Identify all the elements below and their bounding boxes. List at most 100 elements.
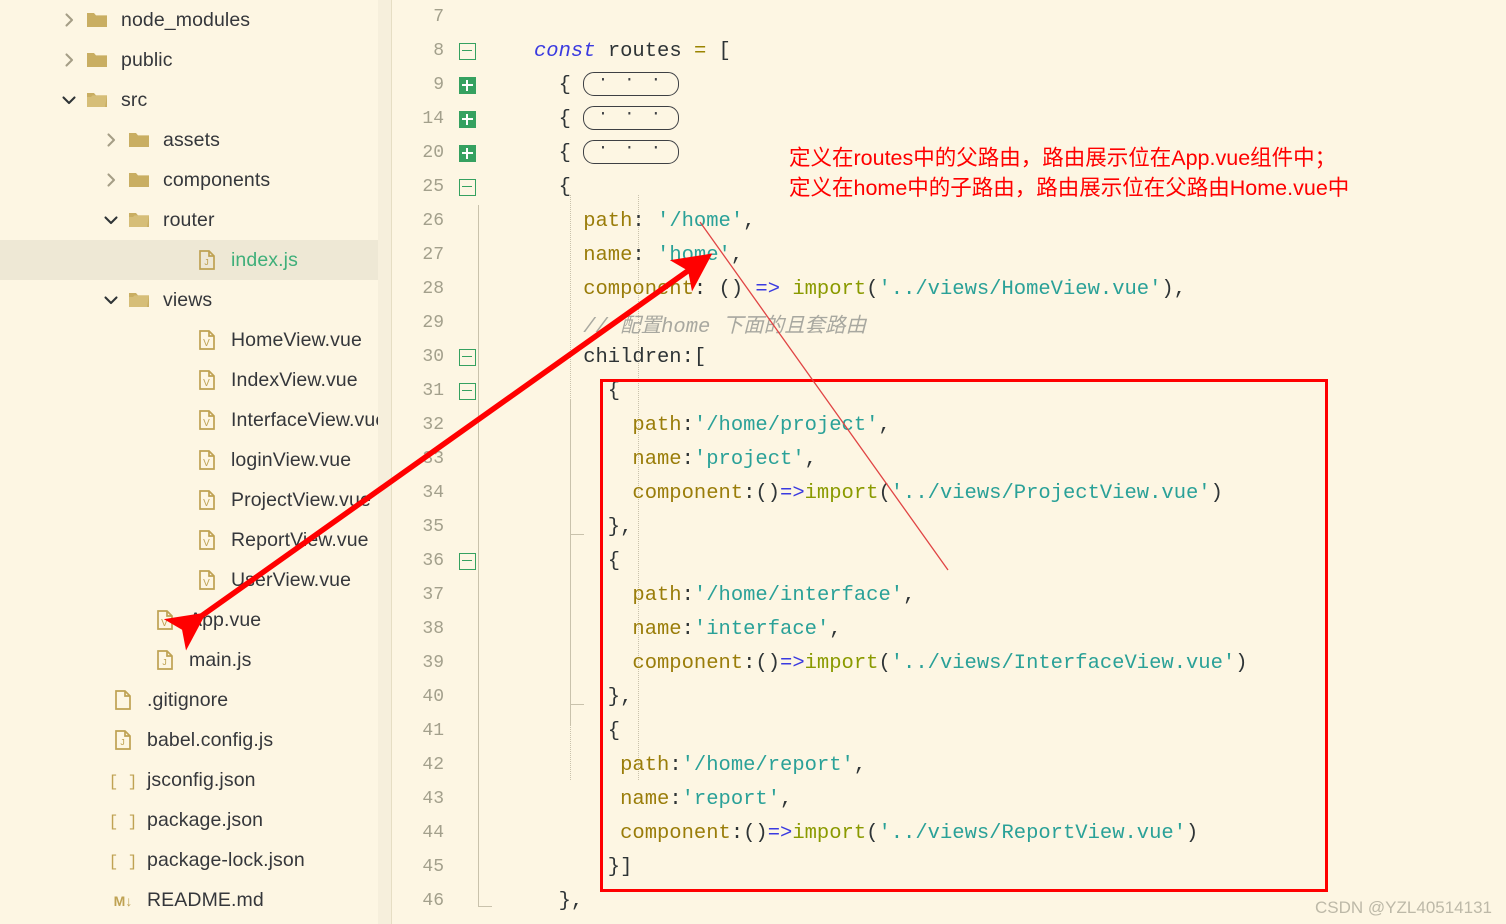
code-token: name <box>632 617 682 641</box>
tree-item-projectview-vue[interactable]: V ProjectView.vue <box>0 480 378 520</box>
line-number: 32 <box>422 415 444 435</box>
tree-item-indexview-vue[interactable]: V IndexView.vue <box>0 360 378 400</box>
tree-item-index-js[interactable]: Jindex.js <box>0 240 378 280</box>
chevron-right-icon[interactable] <box>56 40 82 80</box>
code-line[interactable]: 25 { <box>378 170 1506 204</box>
code-token: :() <box>743 651 781 675</box>
code-token: => <box>755 277 793 301</box>
fold-placeholder <box>452 680 482 714</box>
tree-item-assets[interactable]: assets <box>0 120 378 160</box>
code-line[interactable]: 38 name:'interface', <box>378 612 1506 646</box>
svg-text:V: V <box>203 338 210 349</box>
fold-placeholder <box>452 578 482 612</box>
tree-item-interfaceview-vue[interactable]: V InterfaceView.vue <box>0 400 378 440</box>
fold-collapse-icon[interactable] <box>452 374 482 408</box>
code-line[interactable]: 34 component:() => import('../views/Project… <box>378 476 1506 510</box>
code-line[interactable]: 31 { <box>378 374 1506 408</box>
fold-expand-icon[interactable] <box>452 136 482 170</box>
fold-minus-glyph <box>458 348 476 366</box>
tree-item-babel-config-js[interactable]: Jbabel.config.js <box>0 720 378 760</box>
tree-item-package-json[interactable]: [ ] package.json <box>0 800 378 840</box>
code-line[interactable]: 26 path: '/home', <box>378 204 1506 238</box>
tree-item-label: ProjectView.vue <box>231 488 371 511</box>
twisty-placeholder <box>82 680 108 720</box>
line-number: 30 <box>422 347 444 367</box>
code-line[interactable]: 28 component: () => import('../views/Home… <box>378 272 1506 306</box>
tree-item--gitignore[interactable]: .gitignore <box>0 680 378 720</box>
tree-item-app-vue[interactable]: V App.vue <box>0 600 378 640</box>
code-token: }] <box>607 855 633 879</box>
fold-expand-icon[interactable] <box>452 102 482 136</box>
code-token: component <box>632 651 744 675</box>
tree-item-views[interactable]: views <box>0 280 378 320</box>
tree-item-reportview-vue[interactable]: V ReportView.vue <box>0 520 378 560</box>
chevron-down-icon[interactable] <box>56 80 82 120</box>
code-line[interactable]: 39 component:() => import('../views/Interfa… <box>378 646 1506 680</box>
code-line[interactable]: 32 path: '/home/project', <box>378 408 1506 442</box>
fold-placeholder <box>452 510 482 544</box>
tree-item-label: package-lock.json <box>147 848 305 871</box>
chevron-right-icon[interactable] <box>56 0 82 40</box>
folder-icon <box>82 0 112 40</box>
fold-collapse-icon[interactable] <box>452 544 482 578</box>
code-line[interactable]: 43 name:'report', <box>378 782 1506 816</box>
tree-item-readme-md[interactable]: M↓ README.md <box>0 880 378 920</box>
code-token: , <box>829 617 842 641</box>
svg-text:J: J <box>162 658 167 668</box>
line-number: 43 <box>422 789 444 809</box>
collapsed-region-pill[interactable]: · · · <box>582 70 679 96</box>
fold-expand-icon[interactable] <box>452 68 482 102</box>
tree-item-node-modules[interactable]: node_modules <box>0 0 378 40</box>
code-line[interactable]: 36 { <box>378 544 1506 578</box>
fold-collapse-icon[interactable] <box>452 34 482 68</box>
code-line[interactable]: 20 {· · · <box>378 136 1506 170</box>
tree-item-package-lock-json[interactable]: [ ] package-lock.json <box>0 840 378 880</box>
code-line[interactable]: 9 {· · · <box>378 68 1506 102</box>
collapsed-region-pill[interactable]: · · · <box>582 140 679 164</box>
chevron-right-icon[interactable] <box>98 120 124 160</box>
code-token: component <box>583 277 694 301</box>
chevron-right-icon[interactable] <box>98 160 124 200</box>
collapsed-region-dots: · · · <box>597 70 664 90</box>
code-token: name <box>632 447 682 471</box>
tree-item-loginview-vue[interactable]: VloginView.vue <box>0 440 378 480</box>
code-line[interactable]: 40}, <box>378 680 1506 714</box>
code-line[interactable]: 8 const routes = [ <box>378 34 1506 68</box>
code-token: ) <box>1186 821 1199 845</box>
tree-item-src[interactable]: src <box>0 80 378 120</box>
code-line[interactable]: 45}] <box>378 850 1506 884</box>
code-line[interactable]: 30 children:[ <box>378 340 1506 374</box>
code-token: const <box>534 39 608 63</box>
code-line[interactable]: 33 name:'project', <box>378 442 1506 476</box>
fold-collapse-icon[interactable] <box>452 170 482 204</box>
tree-item-label: App.vue <box>189 608 262 631</box>
tree-item-main-js[interactable]: Jmain.js <box>0 640 378 680</box>
fold-placeholder <box>452 782 482 816</box>
code-line[interactable]: 27 name: 'home', <box>378 238 1506 272</box>
fold-collapse-icon[interactable] <box>452 340 482 374</box>
tree-item-homeview-vue[interactable]: V HomeView.vue <box>0 320 378 360</box>
collapsed-region-pill[interactable]: · · · <box>582 106 679 130</box>
code-line[interactable]: 35}, <box>378 510 1506 544</box>
code-line[interactable]: 42 path: '/home/report', <box>378 748 1506 782</box>
chevron-down-icon[interactable] <box>98 200 124 240</box>
tree-item-label: router <box>163 208 215 231</box>
fold-placeholder <box>452 884 482 918</box>
code-line[interactable]: 29 // 配置home 下面的且套路由 <box>378 306 1506 340</box>
tree-item-jsconfig-json[interactable]: [ ] jsconfig.json <box>0 760 378 800</box>
code-token: => <box>780 651 805 675</box>
code-line[interactable]: 37 path: '/home/interface', <box>378 578 1506 612</box>
tree-item-router[interactable]: router <box>0 200 378 240</box>
tree-item-userview-vue[interactable]: V UserView.vue <box>0 560 378 600</box>
code-line[interactable]: 41 { <box>378 714 1506 748</box>
chevron-down-icon[interactable] <box>98 280 124 320</box>
code-line[interactable]: 14 {· · · <box>378 102 1506 136</box>
fold-placeholder <box>452 306 482 340</box>
tree-item-components[interactable]: components <box>0 160 378 200</box>
code-line[interactable]: 7 <box>378 0 1506 34</box>
code-token: 'home' <box>657 243 731 267</box>
code-token: , <box>804 447 817 471</box>
tree-item-public[interactable]: public <box>0 40 378 80</box>
line-number: 28 <box>422 279 444 299</box>
code-line[interactable]: 44 component:() => import('../views/ReportV… <box>378 816 1506 850</box>
